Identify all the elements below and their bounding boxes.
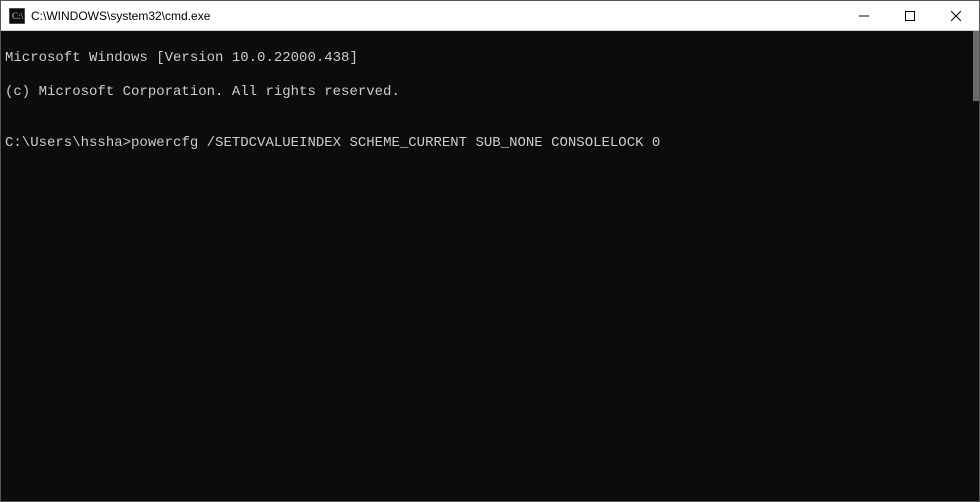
version-line: Microsoft Windows [Version 10.0.22000.43… <box>5 50 969 67</box>
terminal-output[interactable]: Microsoft Windows [Version 10.0.22000.43… <box>1 31 973 501</box>
terminal-area: Microsoft Windows [Version 10.0.22000.43… <box>1 31 979 501</box>
titlebar[interactable]: C:\ C:\WINDOWS\system32\cmd.exe <box>1 1 979 31</box>
minimize-button[interactable] <box>841 1 887 30</box>
maximize-button[interactable] <box>887 1 933 30</box>
close-button[interactable] <box>933 1 979 30</box>
scrollbar-thumb[interactable] <box>973 31 979 101</box>
prompt-line: C:\Users\hssha>powercfg /SETDCVALUEINDEX… <box>5 135 969 152</box>
cmd-icon: C:\ <box>9 8 25 24</box>
window-controls <box>841 1 979 30</box>
prompt: C:\Users\hssha> <box>5 135 131 151</box>
vertical-scrollbar[interactable] <box>973 31 979 501</box>
svg-text:C:\: C:\ <box>12 11 24 21</box>
command-input[interactable]: powercfg /SETDCVALUEINDEX SCHEME_CURRENT… <box>131 135 660 151</box>
copyright-line: (c) Microsoft Corporation. All rights re… <box>5 84 969 101</box>
window-title: C:\WINDOWS\system32\cmd.exe <box>31 9 841 23</box>
cmd-window: C:\ C:\WINDOWS\system32\cmd.exe Microsof… <box>0 0 980 502</box>
